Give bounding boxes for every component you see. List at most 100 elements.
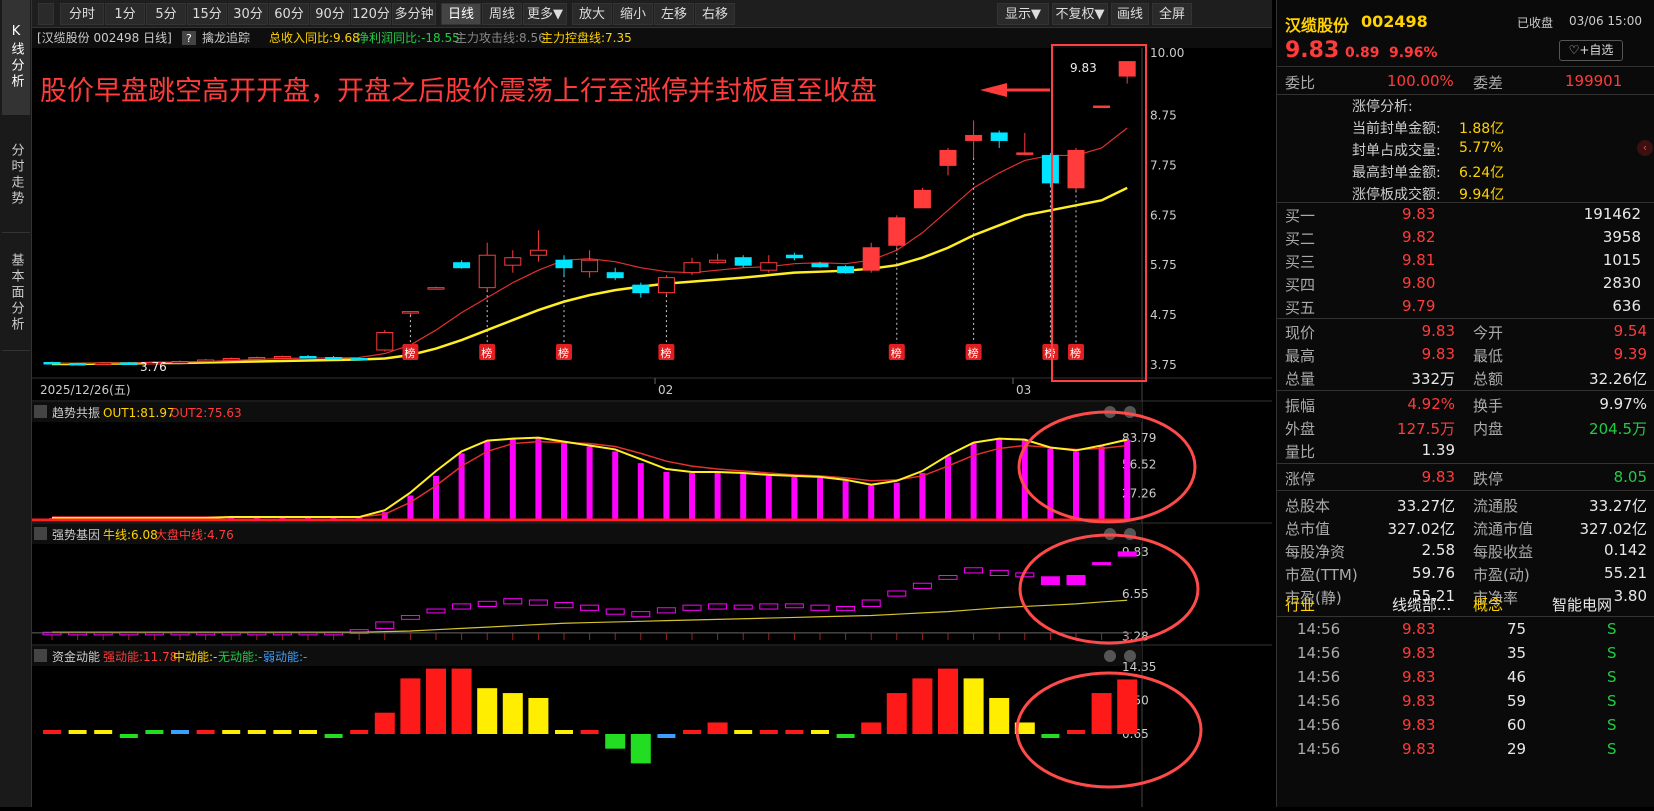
panel4-gear-icon[interactable]: [1104, 650, 1116, 662]
toolbar-btn-13[interactable]: 缩小: [613, 3, 653, 25]
panel2-out2: OUT2:75.63: [170, 406, 242, 420]
fund-bar: [1117, 679, 1138, 734]
panel2-help-icon[interactable]: [34, 405, 47, 418]
toolbar-btn-6[interactable]: 90分: [310, 3, 350, 25]
zt-value-1: 5.77%: [1459, 140, 1504, 156]
candle-body: [913, 189, 931, 209]
toolbar-btn-10[interactable]: 周线: [482, 3, 522, 25]
grid-icon[interactable]: [38, 3, 54, 25]
fund-bar: [836, 734, 855, 738]
fund-bar: [759, 730, 778, 734]
toolbar-btn-7[interactable]: 120分: [351, 3, 391, 25]
toolbar-btn-4[interactable]: 30分: [228, 3, 268, 25]
osc-bar: [433, 475, 439, 520]
toolbar-right-btn-2[interactable]: 画线: [1111, 3, 1149, 25]
zt-label-3: 涨停板成交额:: [1352, 187, 1441, 203]
candle-body: [1041, 154, 1059, 184]
toolbar-btn-0[interactable]: 分时: [60, 3, 104, 25]
svg-text:?: ?: [186, 32, 192, 45]
toolbar-btn-9[interactable]: 日线: [441, 3, 481, 25]
toolbar-btn-15[interactable]: 右移: [695, 3, 735, 25]
fund-bar: [400, 678, 421, 734]
gene-box: [452, 603, 472, 610]
osc-bar: [458, 453, 465, 520]
gene-box: [1040, 576, 1060, 586]
heart-icon: ♡: [1568, 43, 1580, 57]
fund-bar: [451, 668, 472, 734]
zt-label-0: 当前封单金额:: [1352, 121, 1441, 137]
candle-body: [1093, 105, 1111, 109]
fund-bar: [605, 734, 626, 749]
bang-label: 榜: [1070, 346, 1081, 360]
gene-box: [1066, 575, 1086, 586]
candle-body: [248, 357, 266, 360]
gene-box: [605, 608, 625, 615]
toolbar-btn-11[interactable]: 更多▼: [523, 3, 567, 25]
panel4-close-icon[interactable]: [1124, 650, 1136, 662]
toolbar-btn-3[interactable]: 15分: [187, 3, 227, 25]
indicator-item4: 主力控盘线:7.35: [541, 30, 632, 45]
nav-2[interactable]: 基本面分析: [2, 236, 30, 351]
osc-bar: [509, 438, 516, 520]
collapse-icon[interactable]: ‹: [1637, 140, 1653, 156]
candle-body: [427, 287, 445, 290]
toolbar-right-btn-0[interactable]: 显示▼: [997, 3, 1049, 25]
gene-box: [580, 604, 600, 611]
candle-body: [632, 284, 650, 294]
toolbar-right-btn-1[interactable]: 不复权▼: [1052, 3, 1108, 25]
gene-box: [1117, 551, 1137, 557]
osc-bar: [612, 451, 619, 520]
stat-row-10: 市盈(TTM) 59.76 市盈(动) 55.21: [1285, 564, 1647, 584]
book-row-4: 买五 9.79 636: [1285, 297, 1641, 317]
gene-box: [656, 607, 676, 614]
book-row-1: 买二 9.82 3958: [1285, 228, 1641, 248]
price-tick-3: 6.75: [1150, 208, 1177, 222]
toolbar-btn-1[interactable]: 1分: [105, 3, 145, 25]
add-favorite-button[interactable]: ♡+自选: [1559, 40, 1623, 61]
candle-body: [837, 266, 855, 274]
fund-bar: [938, 668, 958, 734]
panel4-title: 资金动能: [52, 649, 100, 664]
stock-code: 002498: [1361, 12, 1428, 31]
price-tick-2: 7.75: [1150, 158, 1177, 172]
fund-bar: [171, 730, 189, 734]
osc-bar: [765, 475, 772, 520]
weibi-row: 委比 100.00% 委差 199901: [1285, 72, 1623, 92]
toolbar-btn-8[interactable]: 多分钟: [392, 3, 436, 25]
gene-box: [528, 599, 548, 606]
osc-bar: [1124, 439, 1131, 520]
toolbar-right-btn-3[interactable]: 全屏: [1152, 3, 1192, 25]
bang-label: 榜: [1044, 346, 1055, 360]
fund-bar: [1041, 734, 1060, 738]
gene-box: [964, 567, 984, 574]
indicator-item3: 主力攻击线:8.56: [455, 31, 546, 45]
fund-bar: [555, 730, 573, 734]
stat-row-8: 总市值 327.02亿 流通市值 327.02亿: [1285, 520, 1647, 538]
bang-label: 榜: [558, 346, 569, 360]
toolbar-btn-14[interactable]: 左移: [654, 3, 694, 25]
fund-bar: [477, 688, 498, 734]
toolbar-btn-5[interactable]: 60分: [269, 3, 309, 25]
price-tick-5: 4.75: [1150, 308, 1177, 322]
fund-bar: [630, 734, 651, 764]
nav-0[interactable]: K线分析: [2, 0, 30, 115]
fund-bar: [374, 712, 395, 734]
gene-box: [784, 603, 804, 609]
candle-body: [504, 257, 522, 266]
tick-row-4: 14:56 9.83 60 S: [1297, 716, 1617, 734]
panel3-line1: 牛线:6.08: [103, 527, 158, 542]
stat-row-2: 总量 332万 总额 32.26亿: [1285, 370, 1647, 388]
panel4-help-icon[interactable]: [34, 649, 47, 662]
nav-1[interactable]: 分时走势: [2, 118, 30, 233]
candle-body: [1118, 61, 1136, 77]
candle-body: [785, 254, 803, 259]
toolbar-btn-2[interactable]: 5分: [146, 3, 186, 25]
tick-row-5: 14:56 9.83 29 S: [1297, 740, 1617, 758]
toolbar-btn-12[interactable]: 放大: [572, 3, 612, 25]
fund-bar: [861, 722, 882, 734]
osc-bar: [561, 441, 567, 520]
panel3-help-icon[interactable]: [34, 527, 47, 540]
osc-bar: [919, 472, 926, 520]
fund-bar: [580, 730, 599, 734]
gene-box: [989, 569, 1009, 577]
